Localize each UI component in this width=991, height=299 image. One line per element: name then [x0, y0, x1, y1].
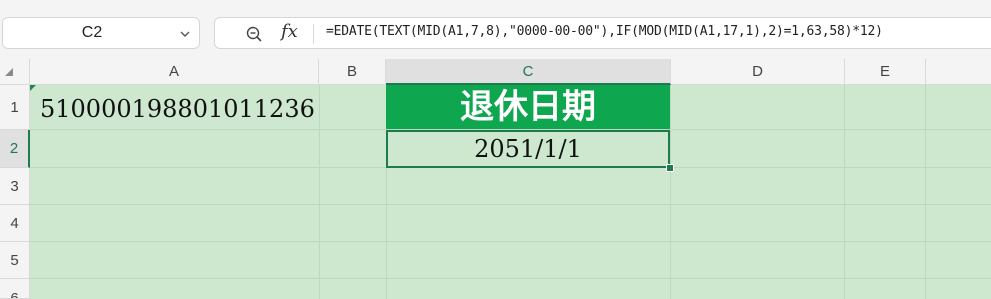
- formula-bar[interactable]: fx =EDATE(TEXT(MID(A1,7,8),"0000-00-00")…: [214, 17, 991, 49]
- select-all-icon: [5, 68, 13, 76]
- zoom-out-icon[interactable]: [245, 25, 263, 43]
- cell-area[interactable]: 510000198801011236 退休日期 2051/1/1: [30, 85, 991, 299]
- row-header-2[interactable]: 2: [0, 130, 30, 168]
- gridline: [844, 85, 845, 299]
- column-header-b[interactable]: B: [319, 59, 386, 85]
- column-header-a[interactable]: A: [30, 59, 319, 85]
- toolbar: C2 fx =EDATE(TEXT(MID(A1,7,8),"0000-00-0…: [0, 0, 991, 56]
- column-header-d[interactable]: D: [671, 59, 845, 85]
- name-box[interactable]: C2: [2, 17, 200, 49]
- function-icon[interactable]: fx: [281, 21, 298, 42]
- cell-a1[interactable]: 510000198801011236: [40, 95, 315, 123]
- gridline: [30, 278, 991, 279]
- gridline: [30, 241, 991, 242]
- row-header-6[interactable]: 6: [0, 279, 30, 299]
- divider: [313, 24, 314, 44]
- select-all-button[interactable]: [0, 59, 30, 85]
- spreadsheet-grid: A B C D E 1 2 3 4 5 6 510000198801011236…: [0, 59, 991, 299]
- fill-handle[interactable]: [666, 164, 674, 172]
- gridline: [670, 85, 671, 299]
- row-header-3[interactable]: 3: [0, 168, 30, 205]
- chevron-down-icon[interactable]: [179, 28, 191, 40]
- formula-input[interactable]: =EDATE(TEXT(MID(A1,7,8),"0000-00-00"),IF…: [326, 24, 883, 39]
- column-header-f[interactable]: [926, 59, 991, 85]
- gridline: [925, 85, 926, 299]
- cell-c1[interactable]: 退休日期: [386, 85, 670, 129]
- column-header-c[interactable]: C: [386, 59, 671, 85]
- column-header-e[interactable]: E: [845, 59, 926, 85]
- name-box-value: C2: [81, 24, 103, 41]
- error-indicator-icon: [30, 85, 36, 91]
- row-header-5[interactable]: 5: [0, 242, 30, 279]
- row-header-1[interactable]: 1: [0, 85, 30, 130]
- row-header-4[interactable]: 4: [0, 205, 30, 242]
- gridline: [319, 85, 320, 299]
- gridline: [30, 204, 991, 205]
- cell-c2[interactable]: 2051/1/1: [386, 130, 670, 168]
